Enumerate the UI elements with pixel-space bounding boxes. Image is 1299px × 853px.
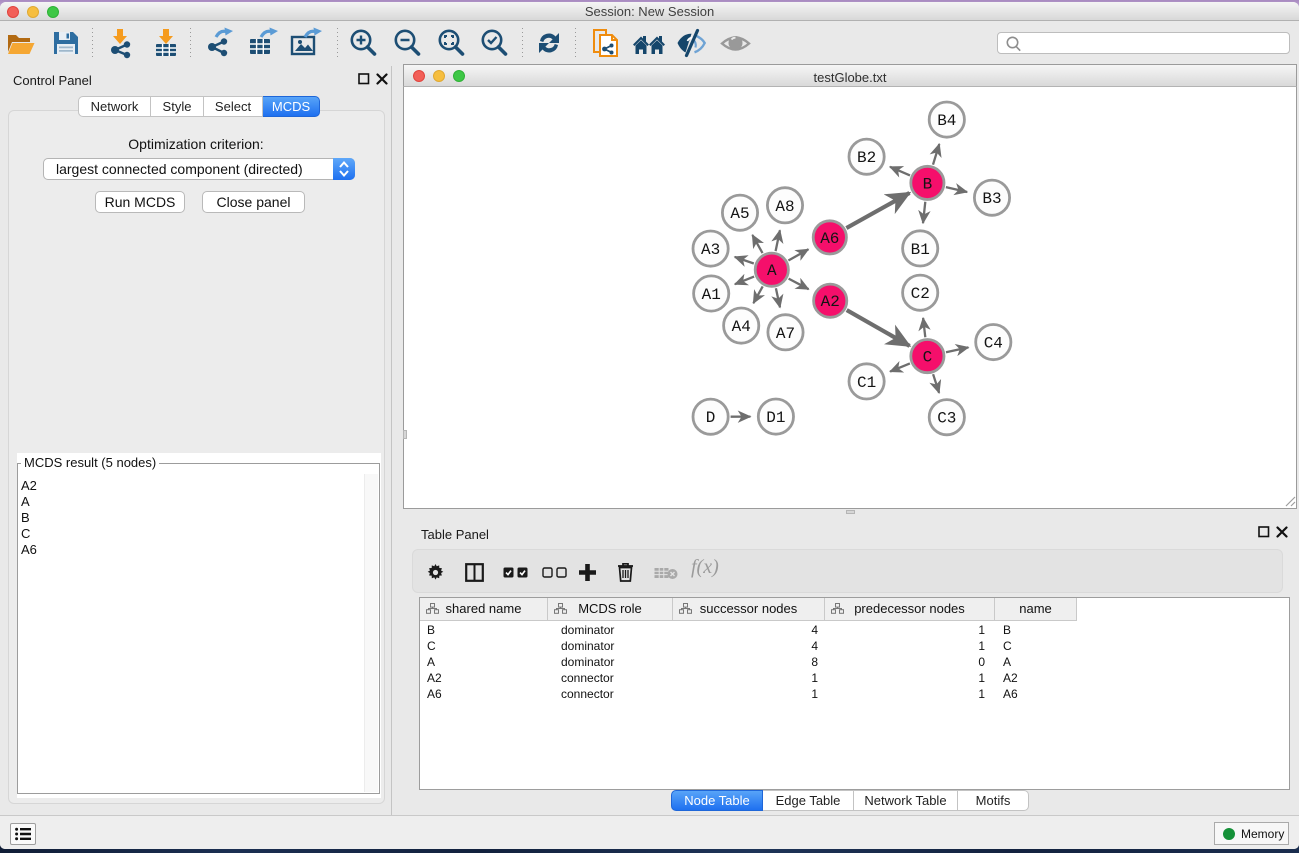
svg-text:A3: A3 xyxy=(701,241,720,259)
svg-text:A4: A4 xyxy=(732,318,751,336)
svg-text:A1: A1 xyxy=(702,286,721,304)
svg-text:A: A xyxy=(767,262,777,280)
svg-text:A7: A7 xyxy=(776,325,795,343)
svg-text:A5: A5 xyxy=(730,205,749,223)
svg-text:C3: C3 xyxy=(937,410,956,428)
svg-text:D1: D1 xyxy=(766,409,785,427)
svg-text:B3: B3 xyxy=(982,190,1001,208)
svg-text:B1: B1 xyxy=(911,241,930,259)
svg-text:B2: B2 xyxy=(857,149,876,167)
svg-text:A6: A6 xyxy=(820,230,839,248)
svg-text:A2: A2 xyxy=(821,293,840,311)
svg-text:B4: B4 xyxy=(937,112,956,130)
svg-text:C2: C2 xyxy=(911,285,930,303)
svg-text:B: B xyxy=(923,175,933,193)
svg-text:C4: C4 xyxy=(984,335,1003,353)
svg-text:A8: A8 xyxy=(775,198,794,216)
svg-text:C1: C1 xyxy=(857,374,876,392)
svg-text:D: D xyxy=(706,409,716,427)
svg-text:C: C xyxy=(923,349,933,367)
